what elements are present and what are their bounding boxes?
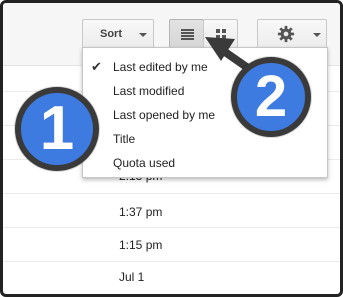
list-view-button[interactable] — [169, 19, 204, 49]
list-view-icon — [181, 29, 194, 40]
sort-button[interactable]: Sort — [82, 19, 154, 49]
grid-view-button[interactable] — [203, 19, 238, 49]
gear-icon — [277, 25, 295, 43]
sort-button-label: Sort — [100, 28, 122, 40]
row-divider — [3, 261, 340, 262]
sort-option-label: Last opened by me — [113, 108, 216, 122]
sort-option-label: Title — [113, 132, 136, 146]
modified-time: 1:37 pm — [119, 205, 163, 219]
chevron-down-icon — [313, 33, 321, 37]
callout-badge-1: 1 — [15, 87, 99, 171]
row-divider — [3, 227, 340, 228]
screenshot-frame: Sort 1:37 pm 1:15 pm Jul 1 ✔ Last edited… — [0, 0, 343, 297]
chevron-down-icon — [139, 33, 147, 37]
row-divider — [3, 193, 340, 194]
checkmark-icon: ✔ — [91, 59, 102, 74]
modified-time: 1:15 pm — [119, 238, 163, 252]
callout-badge-2: 2 — [231, 57, 311, 137]
sort-option-label: Last modified — [113, 84, 185, 98]
grid-view-icon — [216, 29, 227, 40]
settings-button[interactable] — [257, 19, 327, 49]
sort-option-label: Quota used — [113, 156, 176, 170]
modified-time: Jul 1 — [119, 270, 145, 284]
sort-option-quota-used[interactable]: Quota used — [83, 151, 327, 175]
sort-option-label: Last edited by me — [113, 60, 208, 74]
